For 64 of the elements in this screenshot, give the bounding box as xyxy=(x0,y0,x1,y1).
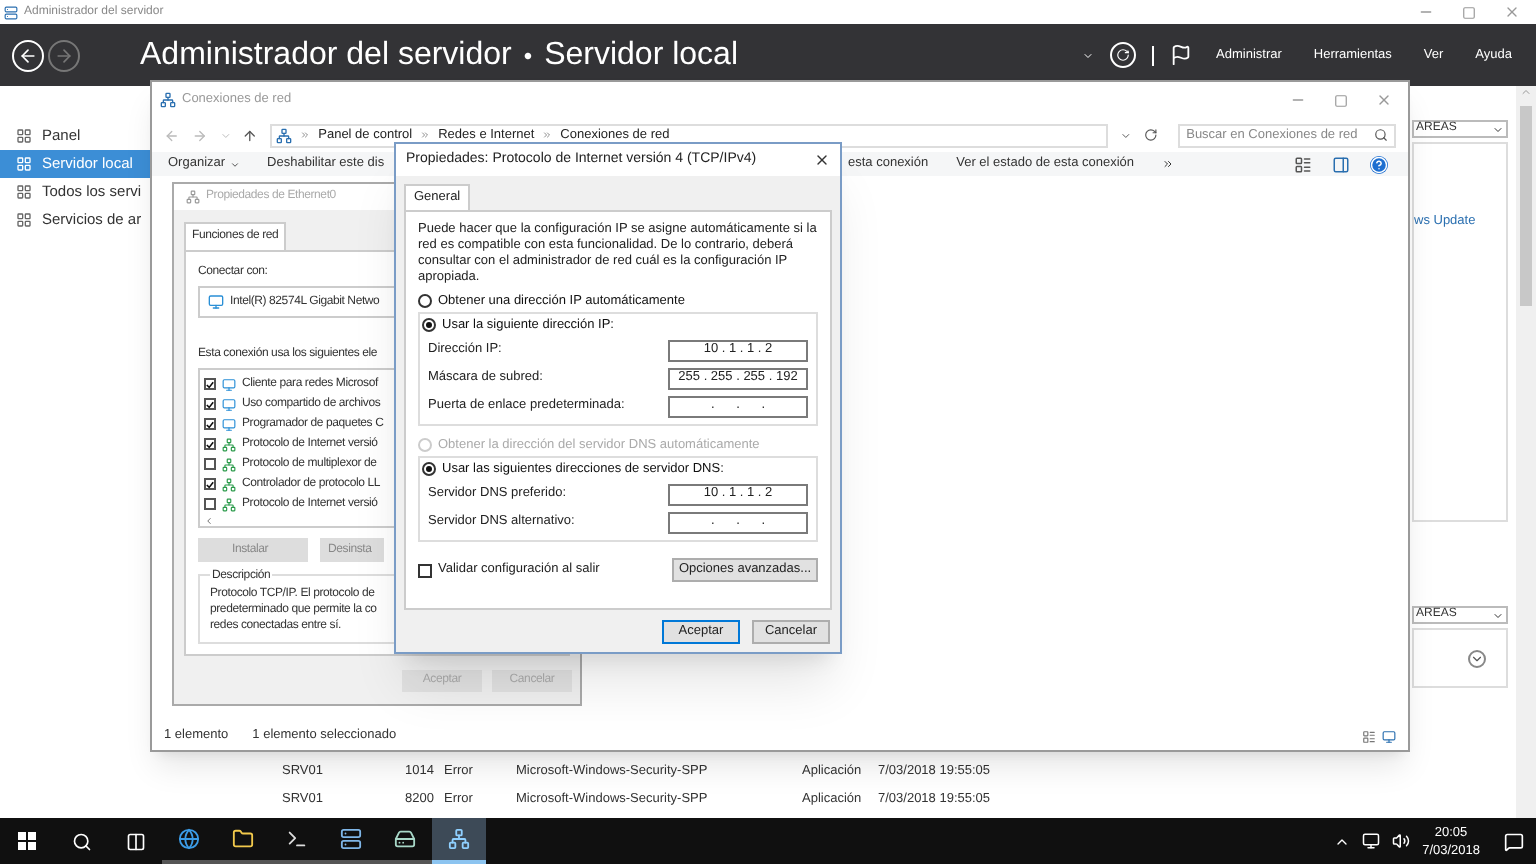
details-view-icon[interactable] xyxy=(1362,729,1376,743)
network-icon xyxy=(160,92,176,108)
search-icon[interactable] xyxy=(71,831,91,851)
network-icon xyxy=(186,190,200,204)
task-view-icon[interactable] xyxy=(125,831,145,851)
network-icon xyxy=(448,828,470,850)
tiles-view-icon[interactable] xyxy=(1382,729,1396,743)
checkbox[interactable] xyxy=(204,398,216,410)
monitor-icon xyxy=(222,417,236,431)
network-icon xyxy=(276,127,293,143)
up-icon[interactable] xyxy=(242,127,259,143)
radio-button[interactable] xyxy=(418,294,432,308)
search-icon xyxy=(1374,128,1389,142)
caret-icon xyxy=(1492,609,1504,621)
network-status-icon[interactable] xyxy=(1362,832,1381,850)
volume-icon[interactable] xyxy=(1392,832,1411,850)
chevron-icon xyxy=(300,130,311,140)
network-icon xyxy=(222,437,236,451)
header-title: Administrador del servidor xyxy=(140,35,512,75)
preview-pane-icon[interactable] xyxy=(1332,155,1350,173)
radio-button[interactable] xyxy=(422,318,436,332)
terminal-icon xyxy=(286,828,308,850)
back-icon[interactable] xyxy=(12,39,44,71)
server-icon xyxy=(4,5,18,19)
history-icon[interactable] xyxy=(1120,129,1133,141)
help-icon[interactable] xyxy=(1370,155,1388,173)
sidebar-icon xyxy=(16,156,32,172)
close-icon[interactable] xyxy=(814,152,830,168)
checkbox[interactable] xyxy=(204,478,216,490)
checkbox[interactable] xyxy=(204,438,216,450)
sidebar-icon xyxy=(16,212,32,228)
caret-icon xyxy=(229,159,240,169)
server-icon xyxy=(340,828,362,850)
monitor-icon xyxy=(222,397,236,411)
folder-icon xyxy=(232,828,254,850)
taskbar-app[interactable] xyxy=(432,818,486,864)
expand-icon[interactable] xyxy=(1468,649,1486,667)
dropdown-icon[interactable] xyxy=(1082,49,1095,61)
notifications-icon[interactable] xyxy=(1504,831,1524,851)
checkbox[interactable] xyxy=(204,498,216,510)
network-icon xyxy=(222,497,236,511)
page-title: Servidor local xyxy=(544,35,738,75)
chevron-icon xyxy=(542,130,553,140)
view-options-icon[interactable] xyxy=(1294,155,1312,173)
monitor-icon xyxy=(208,294,224,310)
sidebar-icon xyxy=(16,128,32,144)
sidebar-icon xyxy=(16,184,32,200)
network-icon xyxy=(222,477,236,491)
windows-logo-icon xyxy=(18,832,36,850)
checkbox[interactable] xyxy=(418,563,432,577)
scroll-left-icon[interactable] xyxy=(204,515,214,525)
checkbox[interactable] xyxy=(204,418,216,430)
checkbox[interactable] xyxy=(204,378,216,390)
refresh-icon[interactable] xyxy=(1144,128,1159,142)
header-separator: • xyxy=(521,39,535,73)
network-icon xyxy=(222,457,236,471)
flag-icon[interactable] xyxy=(1170,44,1193,66)
radio-button[interactable] xyxy=(422,462,436,476)
checkbox[interactable] xyxy=(204,458,216,470)
chevron-icon xyxy=(420,130,431,140)
monitor-icon xyxy=(222,377,236,391)
caret-icon xyxy=(1492,123,1504,135)
browser-icon xyxy=(178,828,200,850)
scrollbar[interactable] xyxy=(1516,86,1536,818)
